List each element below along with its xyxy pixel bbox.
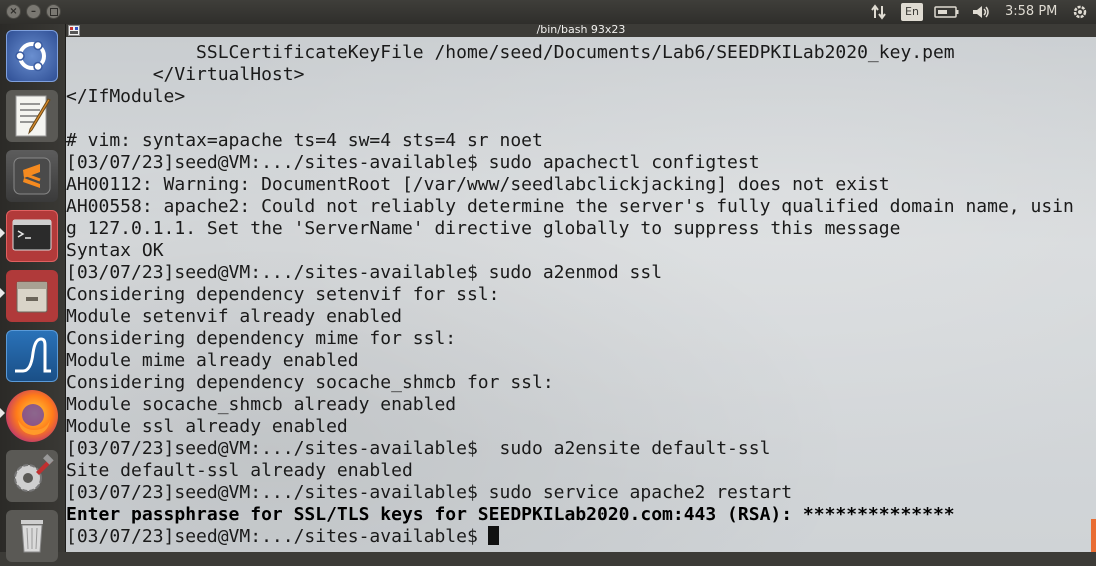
top-panel: × – En 3:58 PM: [0, 0, 1096, 25]
terminal-line: [03/07/23]seed@VM:.../sites-available$ s…: [66, 262, 1074, 284]
close-window-button[interactable]: ×: [6, 4, 21, 19]
terminal-line: Module mime already enabled: [66, 350, 1074, 372]
network-indicator-icon[interactable]: [870, 0, 888, 24]
terminal-line: </IfModule>: [66, 86, 1074, 108]
maximize-window-button[interactable]: [46, 4, 61, 19]
window-title: /bin/bash 93x23: [536, 23, 626, 36]
clock[interactable]: 3:58 PM: [1005, 0, 1057, 24]
terminal-line: [03/07/23]seed@VM:.../sites-available$ s…: [66, 438, 1074, 460]
terminal-line-text: Module mime already enabled: [66, 350, 359, 371]
terminal-line: g 127.0.1.1. Set the 'ServerName' direct…: [66, 218, 1074, 240]
sublime-text-icon[interactable]: [6, 150, 58, 202]
terminal-line: [03/07/23]seed@VM:.../sites-available$ s…: [66, 482, 1074, 504]
launcher: [0, 24, 66, 562]
terminal-line: SSLCertificateKeyFile /home/seed/Documen…: [66, 42, 1074, 64]
terminal-line: Site default-ssl already enabled: [66, 460, 1074, 482]
ubuntu-dash-icon[interactable]: [6, 30, 58, 82]
terminal-icon[interactable]: [6, 210, 58, 262]
terminal-output[interactable]: SSLCertificateKeyFile /home/seed/Documen…: [66, 37, 1096, 552]
minimize-window-button[interactable]: –: [26, 4, 41, 19]
terminal-line: AH00112: Warning: DocumentRoot [/var/www…: [66, 174, 1074, 196]
active-app-indicator: [0, 228, 5, 238]
trash-icon[interactable]: [6, 510, 58, 562]
terminal-line: AH00558: apache2: Could not reliably det…: [66, 196, 1074, 218]
terminal-line-text: </IfModule>: [66, 86, 186, 107]
running-app-indicator: [0, 408, 5, 418]
terminal-line-text: AH00112: Warning: DocumentRoot [/var/www…: [66, 174, 890, 195]
terminal-line: Considering dependency mime for ssl:: [66, 328, 1074, 350]
battery-icon[interactable]: [934, 0, 960, 24]
terminal-line-text: Module setenvif already enabled: [66, 306, 402, 327]
terminal-line: # vim: syntax=apache ts=4 sw=4 sts=4 sr …: [66, 130, 1074, 152]
terminal-line-text: # vim: syntax=apache ts=4 sw=4 sts=4 sr …: [66, 130, 543, 151]
terminal-line-text: [03/07/23]seed@VM:.../sites-available$: [66, 526, 478, 547]
terminal-line-text: SSLCertificateKeyFile /home/seed/Documen…: [66, 42, 955, 63]
firefox-icon[interactable]: [6, 390, 58, 442]
terminal-line-text: g 127.0.1.1. Set the 'ServerName' direct…: [66, 218, 901, 239]
terminal-line-text: [03/07/23]seed@VM:.../sites-available$ s…: [66, 438, 771, 459]
terminal-line: Considering dependency socache_shmcb for…: [66, 372, 1074, 394]
terminal-line: Module ssl already enabled: [66, 416, 1074, 438]
volume-icon[interactable]: [971, 0, 991, 24]
scrollbar[interactable]: [1091, 519, 1096, 552]
terminal-line-text: Considering dependency setenvif for ssl:: [66, 284, 500, 305]
terminal-line-text: Considering dependency socache_shmcb for…: [66, 372, 554, 393]
terminal-line: Enter passphrase for SSL/TLS keys for SE…: [66, 504, 1074, 526]
terminal-line-text: Enter passphrase for SSL/TLS keys for SE…: [66, 504, 955, 525]
keyboard-language-indicator[interactable]: En: [901, 3, 923, 21]
terminal-line-text: Module socache_shmcb already enabled: [66, 394, 457, 415]
terminal-line-text: Site default-ssl already enabled: [66, 460, 413, 481]
terminal-line-text: </VirtualHost>: [66, 64, 305, 85]
terminal-line-text: Syntax OK: [66, 240, 164, 261]
terminal-lines: SSLCertificateKeyFile /home/seed/Documen…: [66, 42, 1074, 548]
gear-icon[interactable]: [1070, 0, 1090, 24]
terminal-line-text: AH00558: apache2: Could not reliably det…: [66, 196, 1074, 217]
text-cursor: [487, 526, 499, 545]
system-settings-icon[interactable]: [6, 450, 58, 502]
terminal-line: [03/07/23]seed@VM:.../sites-available$ s…: [66, 152, 1074, 174]
running-app-indicator: [0, 288, 5, 298]
file-manager-icon[interactable]: [6, 270, 58, 322]
text-editor-icon[interactable]: [6, 90, 58, 142]
terminal-line: Considering dependency setenvif for ssl:: [66, 284, 1074, 306]
terminal-line: Module socache_shmcb already enabled: [66, 394, 1074, 416]
terminal-line-text: [03/07/23]seed@VM:.../sites-available$ s…: [66, 262, 663, 283]
terminal-line: </VirtualHost>: [66, 64, 1074, 86]
terminal-line: Syntax OK: [66, 240, 1074, 262]
terminal-line-text: [03/07/23]seed@VM:.../sites-available$ s…: [66, 482, 793, 503]
terminal-line: Module setenvif already enabled: [66, 306, 1074, 328]
wireshark-icon[interactable]: [6, 330, 58, 382]
terminal-line-text: Considering dependency mime for ssl:: [66, 328, 457, 349]
terminal-line-text: [03/07/23]seed@VM:.../sites-available$ s…: [66, 152, 760, 173]
terminal-line-text: Module ssl already enabled: [66, 416, 348, 437]
prompt-line: [03/07/23]seed@VM:.../sites-available$: [66, 526, 1074, 548]
